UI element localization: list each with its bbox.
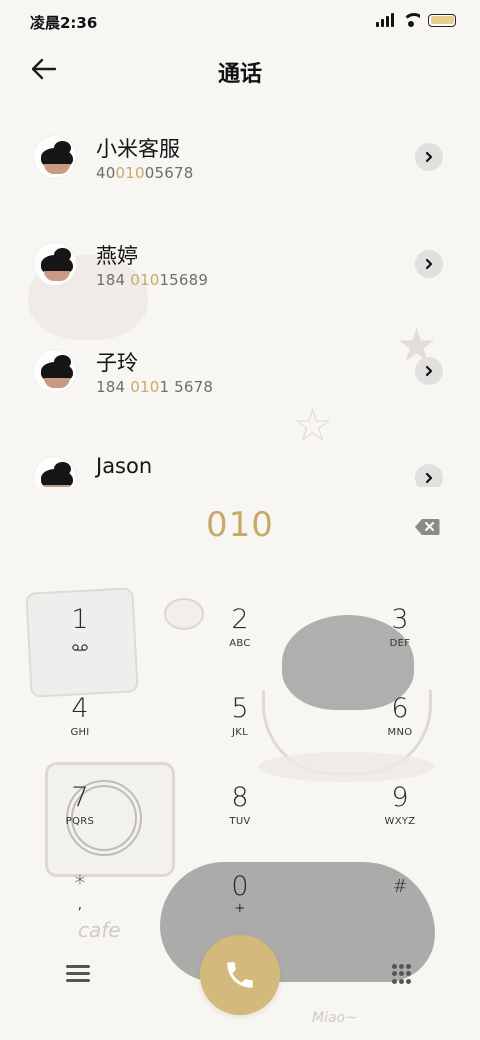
contact-name: 子玲 (96, 351, 138, 375)
key-letters: DEF (389, 638, 411, 649)
key-digit: 0 (231, 871, 249, 902)
contact-detail-button[interactable] (415, 357, 443, 385)
wifi-icon (402, 13, 420, 27)
signal-icon (376, 13, 394, 27)
contact-detail-button[interactable] (415, 250, 443, 278)
contact-row[interactable]: Jason (0, 433, 480, 487)
number-part: 05678 (144, 164, 194, 182)
voicemail-icon (72, 644, 88, 651)
number-part: 40 (96, 164, 116, 182)
key-8[interactable]: 8 TUV (180, 782, 300, 854)
key-digit: 7 (71, 782, 89, 813)
contact-number: 4001005678 (96, 164, 193, 182)
status-time: 凌晨2:36 (30, 14, 98, 32)
key-letters: MNO (387, 727, 413, 738)
key-letters: + (234, 901, 246, 916)
contact-name: Jason (96, 454, 153, 478)
key-9[interactable]: 9 WXYZ (340, 782, 460, 854)
hamburger-menu-icon (66, 965, 90, 982)
key-3[interactable]: 3 DEF (340, 604, 460, 676)
dialpad-icon (392, 964, 397, 969)
battery-level (430, 16, 454, 24)
avatar (33, 349, 77, 393)
battery-icon (428, 13, 456, 27)
avatar (33, 456, 77, 487)
contact-row[interactable]: 燕婷 184 01015689 (0, 219, 480, 309)
chevron-right-icon (425, 365, 433, 377)
key-star[interactable]: * , (20, 871, 140, 943)
key-digit: 1 (71, 604, 89, 635)
contact-suggestion-list[interactable]: 小米客服 4001005678 燕婷 184 01015689 子玲 184 0… (0, 112, 480, 487)
key-letters: WXYZ (384, 816, 416, 827)
key-7[interactable]: 7 PQRS (20, 782, 140, 854)
number-part: 15689 (159, 271, 209, 289)
chevron-right-icon (425, 151, 433, 163)
number-match: 010 (130, 271, 160, 289)
number-match: 010 (130, 378, 160, 396)
contact-detail-button[interactable] (415, 143, 443, 171)
call-button[interactable] (200, 935, 280, 1015)
avatar (33, 135, 77, 179)
menu-button[interactable] (66, 965, 90, 985)
number-part: 184 (96, 378, 131, 396)
key-digit: 6 (391, 693, 409, 724)
contact-name: 小米客服 (96, 137, 180, 161)
key-letters: PQRS (65, 816, 95, 827)
phone-icon (227, 962, 253, 988)
key-letters: JKL (232, 727, 248, 738)
header: 通话 (0, 42, 480, 98)
key-letters: TUV (229, 816, 251, 827)
page-title: 通话 (217, 62, 262, 87)
delete-button[interactable] (414, 518, 440, 536)
contact-number: 184 0101 5678 (96, 378, 213, 396)
key-digit: # (392, 876, 408, 897)
number-match: 010 (115, 164, 145, 182)
key-digit: 8 (231, 782, 249, 813)
key-letters: GHI (70, 727, 90, 738)
contact-name: 燕婷 (96, 244, 138, 268)
key-6[interactable]: 6 MNO (340, 693, 460, 765)
key-2[interactable]: 2 ABC (180, 604, 300, 676)
key-letters: ABC (229, 638, 251, 649)
status-bar: 凌晨2:36 (0, 0, 480, 42)
key-digit: 3 (391, 604, 409, 635)
key-4[interactable]: 4 GHI (20, 693, 140, 765)
key-1[interactable]: 1 (20, 604, 140, 676)
number-part: 184 (96, 271, 131, 289)
key-digit: * (74, 872, 86, 897)
chevron-right-icon (425, 258, 433, 270)
contact-row[interactable]: 子玲 184 0101 5678 (0, 326, 480, 416)
key-0[interactable]: 0 + (180, 871, 300, 943)
key-digit: 5 (231, 693, 249, 724)
key-digit: 9 (391, 782, 409, 813)
key-digit: 2 (231, 604, 249, 635)
key-hash[interactable]: # (340, 871, 460, 943)
key-letters: , (77, 897, 83, 913)
status-icons (376, 13, 456, 27)
number-part: 1 5678 (159, 378, 214, 396)
avatar (33, 242, 77, 286)
keypad-toggle-button[interactable] (392, 964, 412, 984)
dialed-number-display: 010 (206, 505, 274, 545)
wallpaper-miao-text: Miao~ (312, 1010, 357, 1026)
backspace-icon (415, 519, 440, 535)
contact-row[interactable]: 小米客服 4001005678 (0, 112, 480, 202)
chevron-right-icon (425, 472, 433, 484)
contact-number: 184 01015689 (96, 271, 208, 289)
key-digit: 4 (71, 693, 89, 724)
contact-detail-button[interactable] (415, 464, 443, 487)
key-5[interactable]: 5 JKL (180, 693, 300, 765)
